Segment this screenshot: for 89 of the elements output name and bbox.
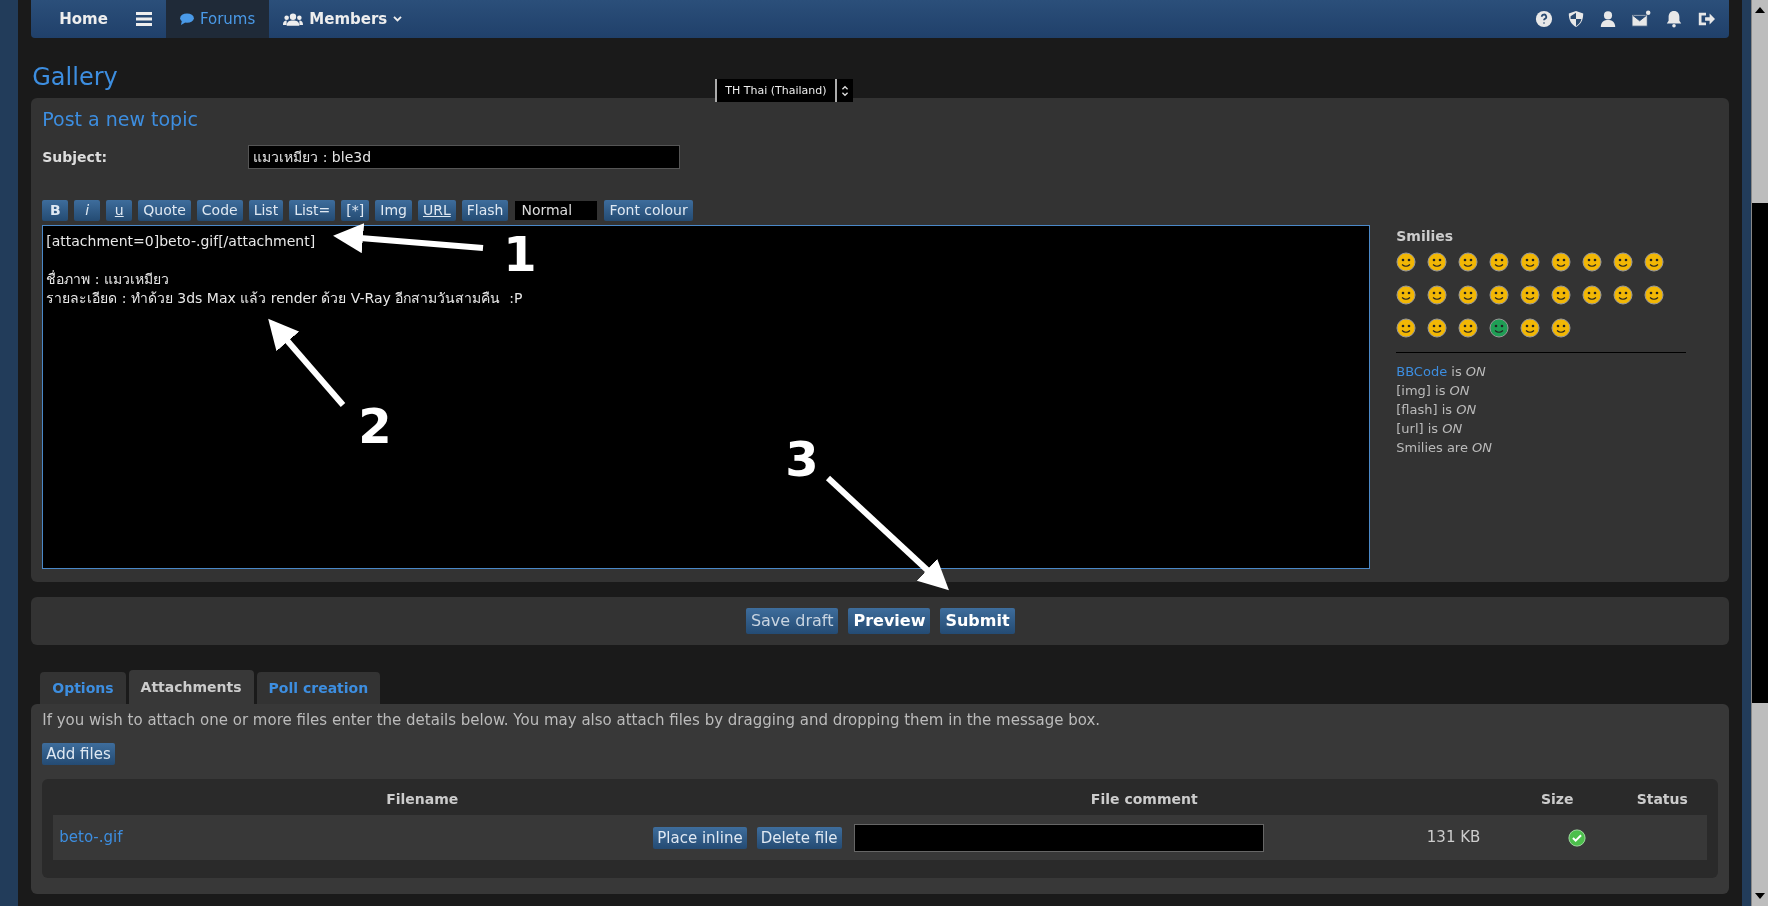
nav-link[interactable]: Home <box>45 0 122 38</box>
shield-icon[interactable] <box>1567 10 1586 28</box>
smiley-icon[interactable] <box>1458 285 1479 305</box>
tab[interactable]: Attachments <box>128 670 254 704</box>
smiley-icon[interactable] <box>1551 252 1572 272</box>
format-button[interactable]: Code <box>196 200 243 221</box>
column-header: File comment <box>1089 790 1199 809</box>
chevron-down-icon <box>393 15 403 23</box>
format-button[interactable]: Font colour <box>604 200 693 221</box>
add-files-button[interactable]: Add files <box>42 743 115 765</box>
nav-link[interactable]: Forums <box>165 0 270 38</box>
filename-link[interactable]: beto-.gif <box>59 826 654 849</box>
speech-bubble-icon <box>179 13 194 25</box>
form-button[interactable]: Preview <box>848 608 931 634</box>
smiley-icon[interactable] <box>1520 252 1541 272</box>
smiley-icon[interactable] <box>1613 285 1634 305</box>
format-button[interactable]: Img <box>375 200 412 221</box>
smiley-icon[interactable] <box>1644 252 1665 272</box>
format-button[interactable]: URL <box>417 200 456 221</box>
menu-icon <box>135 12 152 26</box>
scroll-down-icon[interactable] <box>1755 893 1765 901</box>
logout-icon[interactable] <box>1697 10 1716 28</box>
message-line: รายละเอียด : ทำด้วย 3ds Max แล้ว render ด้วย V-Ray อีกสามวันสามคืน :P <box>46 289 523 308</box>
smiley-icon[interactable] <box>1427 285 1448 305</box>
smiley-icon[interactable] <box>1396 252 1417 272</box>
tab[interactable]: Poll creation <box>256 672 381 704</box>
form-button[interactable]: Submit <box>940 608 1015 634</box>
smiley-icon[interactable] <box>1489 285 1510 305</box>
smiley-icon[interactable] <box>1489 252 1510 272</box>
column-header: Size <box>1540 790 1575 809</box>
smiley-icon[interactable] <box>1458 318 1479 338</box>
annotation-number: 1 <box>503 228 537 280</box>
language-select[interactable]: TH Thai (Thailand) <box>715 79 853 102</box>
smiley-icon[interactable] <box>1396 318 1417 338</box>
smiley-icon[interactable] <box>1613 252 1634 272</box>
smiley-icon[interactable] <box>1520 318 1541 338</box>
smiley-icon[interactable] <box>1582 252 1603 272</box>
bbcode-status-text: Smilies are ON <box>1396 439 1493 457</box>
format-button[interactable]: List <box>248 200 284 221</box>
smiley-icon[interactable] <box>1551 318 1572 338</box>
message-line: [attachment=0]beto-.gif[/attachment] <box>46 232 316 251</box>
format-button[interactable]: List= <box>289 200 336 221</box>
attachments-intro-text: If you wish to attach one or more files enter the details below. You may also attach files by dragging and dropping them in the message box. <box>42 710 1102 730</box>
tab[interactable]: Options <box>40 672 126 704</box>
nav-link[interactable]: Members <box>269 0 417 38</box>
delete-file-button[interactable]: Delete file <box>756 826 842 849</box>
smiley-icon[interactable] <box>1458 252 1479 272</box>
mail-icon[interactable] <box>1631 10 1652 28</box>
format-button[interactable]: Flash <box>461 200 509 221</box>
format-button[interactable]: i <box>74 200 101 221</box>
section-title: Post a new topic <box>42 107 199 132</box>
format-button[interactable]: Quote <box>138 200 191 221</box>
column-header: Status <box>1635 790 1689 809</box>
format-button[interactable]: u <box>106 200 133 221</box>
bell-icon[interactable] <box>1665 10 1684 28</box>
smiley-icon[interactable] <box>1551 285 1572 305</box>
smiley-icon[interactable] <box>1396 285 1417 305</box>
font-size-select[interactable]: Normal <box>514 200 599 221</box>
bbcode-status-text: BBCode is ON <box>1396 363 1486 381</box>
smiley-icon[interactable] <box>1644 285 1665 305</box>
scrollbar-thumb[interactable] <box>1752 203 1768 703</box>
smiley-icon[interactable] <box>1489 318 1510 338</box>
file-size-text: 131 KB <box>1425 827 1482 849</box>
subject-field[interactable]: แมวเหมียว : ble3d <box>248 145 681 169</box>
smiley-icon[interactable] <box>1427 252 1448 272</box>
smiley-icon[interactable] <box>1520 285 1541 305</box>
annotation-number: 2 <box>358 400 392 452</box>
scroll-up-icon[interactable] <box>1755 5 1765 13</box>
annotation-number: 3 <box>785 433 819 485</box>
message-line: ชื่อภาพ : แมวเหมียว <box>46 270 169 289</box>
user-icon[interactable] <box>1599 10 1618 28</box>
group-icon <box>283 12 304 26</box>
bbcode-status-text: [img] is ON <box>1396 382 1470 400</box>
format-button[interactable]: B <box>42 200 69 221</box>
smiley-icon[interactable] <box>1582 285 1603 305</box>
smiley-icon[interactable] <box>1427 318 1448 338</box>
place-inline-button[interactable]: Place inline <box>653 826 747 849</box>
page-title: Gallery <box>32 62 118 92</box>
spinner-arrows-icon <box>840 84 849 97</box>
help-icon[interactable] <box>1535 10 1554 28</box>
form-button[interactable]: Save draft <box>745 608 839 634</box>
bbcode-status-text: [flash] is ON <box>1396 401 1477 419</box>
format-button[interactable]: [*] <box>341 200 370 221</box>
smilies-heading: Smilies <box>1396 227 1455 246</box>
field-label: Subject: <box>42 147 109 167</box>
scrollbar[interactable] <box>1751 0 1768 906</box>
file-comment-field[interactable] <box>853 823 1264 852</box>
bbcode-status-text: [url] is ON <box>1396 420 1463 438</box>
column-header: Filename <box>385 790 460 809</box>
